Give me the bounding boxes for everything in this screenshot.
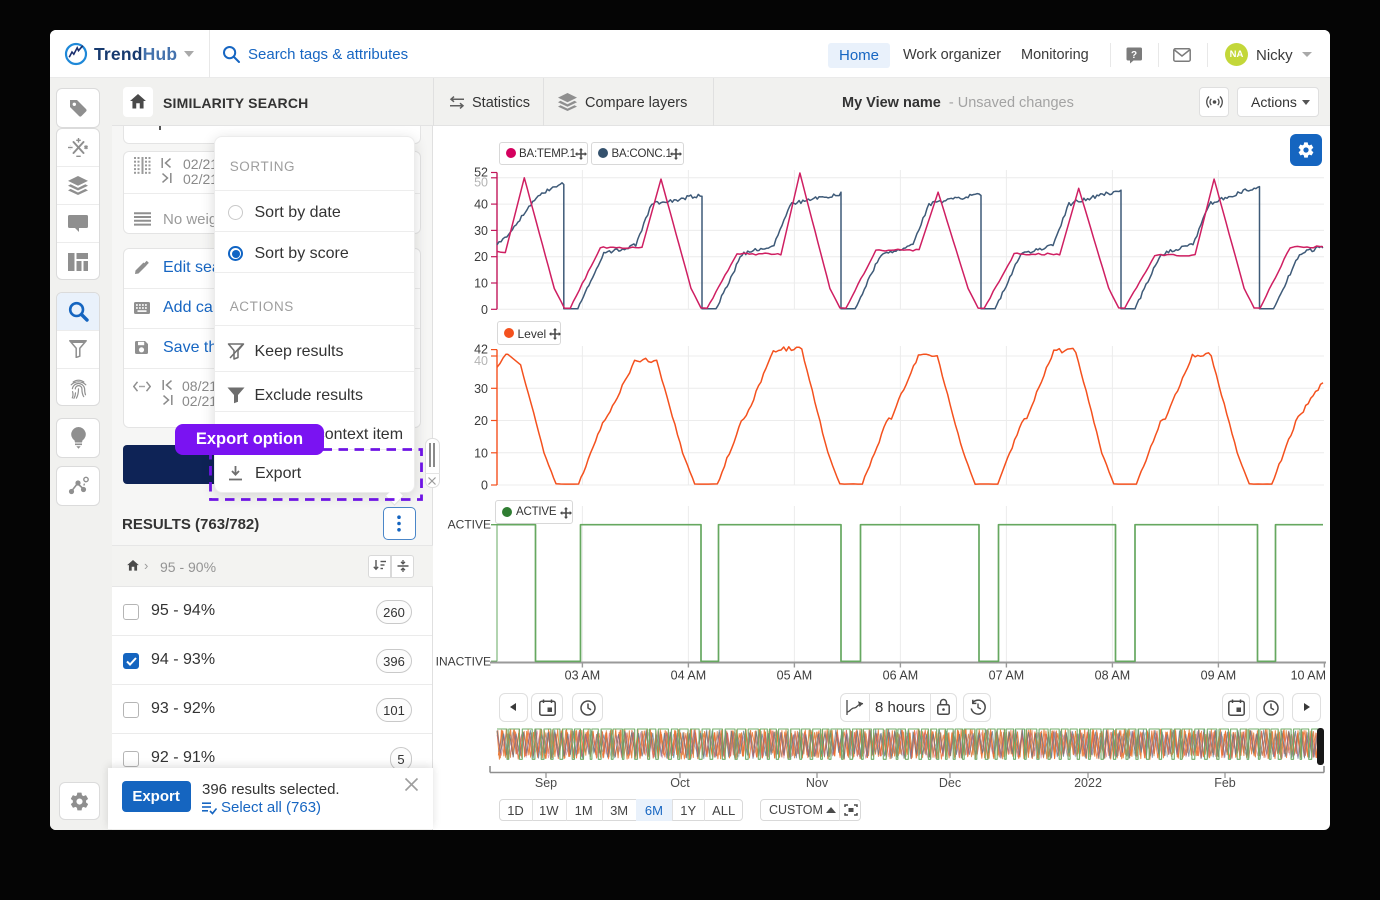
svg-text:08 AM: 08 AM (1095, 669, 1130, 683)
svg-text:ACTIVE: ACTIVE (448, 518, 491, 532)
svg-text:30: 30 (474, 382, 488, 396)
svg-text:2022: 2022 (1074, 776, 1102, 790)
svg-text:Nov: Nov (806, 776, 829, 790)
svg-text:40: 40 (474, 198, 488, 212)
svg-text:Oct: Oct (670, 776, 690, 790)
svg-text:20: 20 (474, 414, 488, 428)
svg-text:10: 10 (474, 277, 488, 291)
svg-text:06 AM: 06 AM (883, 669, 918, 683)
svg-text:07 AM: 07 AM (989, 669, 1024, 683)
svg-text:20: 20 (474, 250, 488, 264)
svg-text:05 AM: 05 AM (777, 669, 812, 683)
svg-text:04 AM: 04 AM (671, 669, 706, 683)
svg-text:INACTIVE: INACTIVE (436, 654, 491, 668)
svg-text:09 AM: 09 AM (1201, 669, 1236, 683)
svg-text:0: 0 (481, 303, 488, 317)
svg-text:Feb: Feb (1214, 776, 1236, 790)
svg-text:50: 50 (474, 175, 488, 189)
svg-text:Dec: Dec (939, 776, 961, 790)
svg-text:Sep: Sep (535, 776, 557, 790)
svg-text:?: ? (1131, 50, 1137, 61)
svg-text:10 AM: 10 AM (1291, 669, 1326, 683)
svg-text:30: 30 (474, 224, 488, 238)
svg-text:40: 40 (474, 354, 488, 368)
svg-text:03 AM: 03 AM (565, 669, 600, 683)
svg-text:0: 0 (481, 479, 488, 493)
svg-text:10: 10 (474, 446, 488, 460)
